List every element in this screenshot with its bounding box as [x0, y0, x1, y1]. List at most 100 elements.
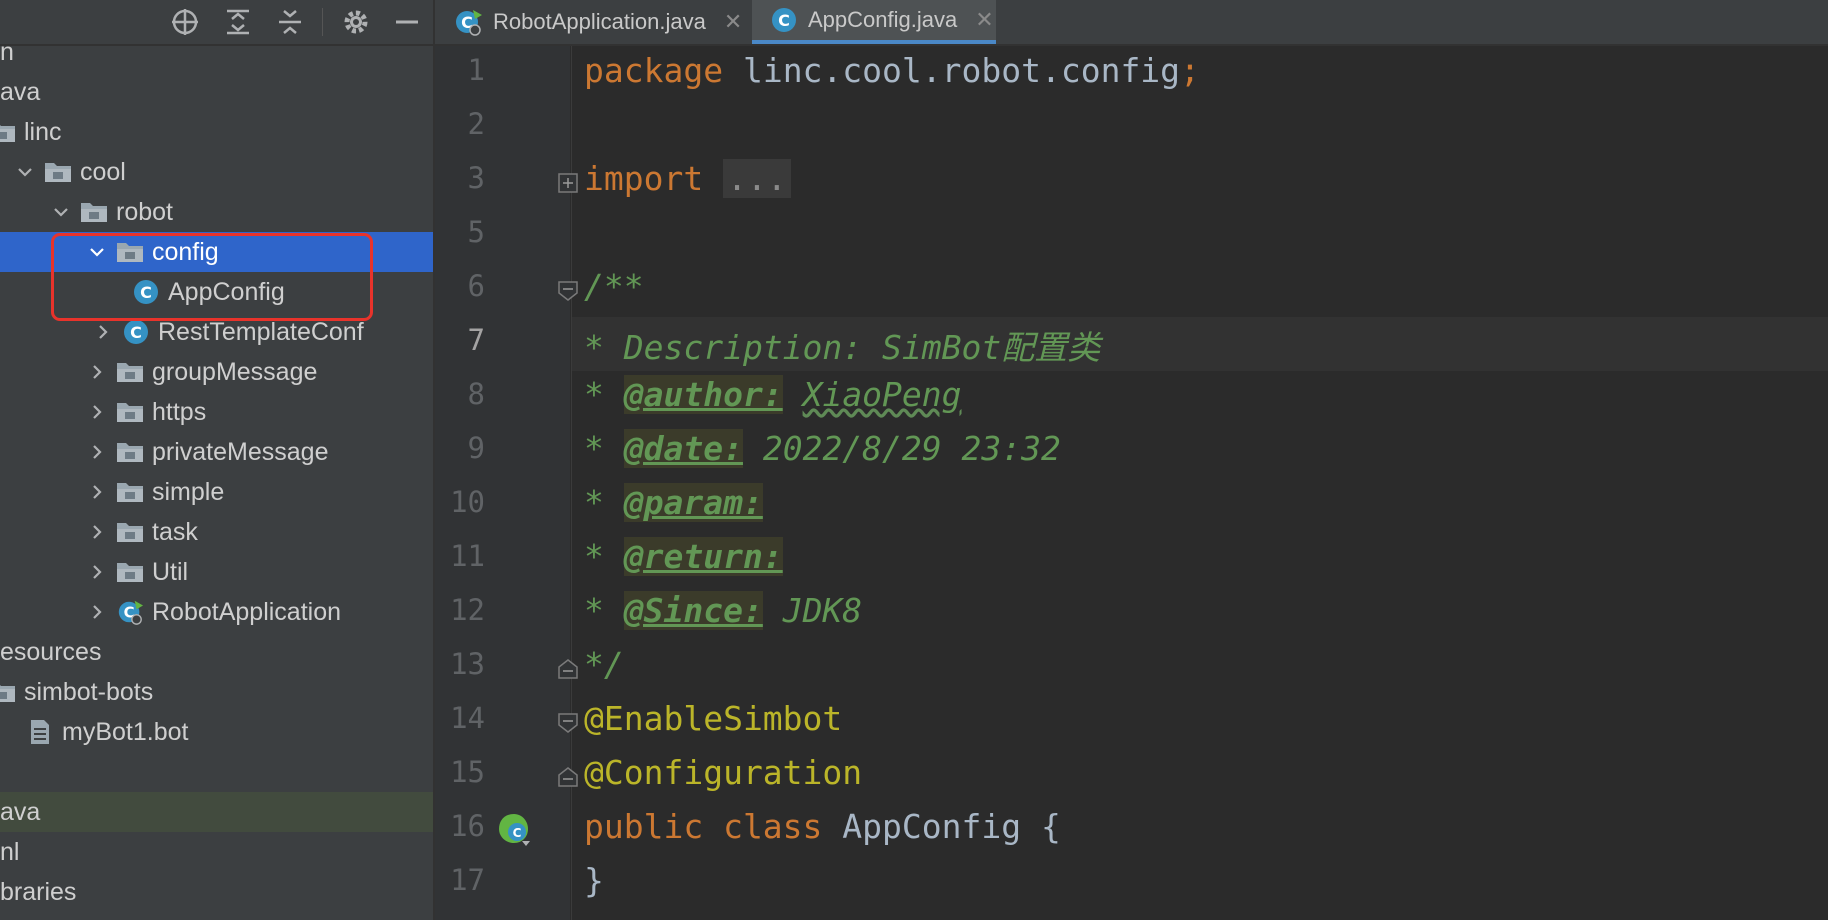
line-number: 5 [467, 215, 485, 249]
annotation-highlight-box [51, 233, 373, 321]
tree-item-groupmessage[interactable]: groupMessage [0, 352, 433, 392]
code-token: ... [723, 159, 791, 198]
code-line[interactable]: public class AppConfig { [584, 807, 1061, 846]
tree-item-esources[interactable]: esources [0, 632, 433, 672]
fold-collapse-icon[interactable] [558, 281, 578, 301]
code-token: linc.cool.robot.config [742, 51, 1181, 90]
fold-expand-icon[interactable] [558, 173, 578, 193]
line-number-gutter[interactable]: 1 2 3 5 6 7 8 9 10 11 12 13 14 15 16 17 [435, 46, 570, 920]
close-icon[interactable]: ✕ [975, 7, 993, 33]
tree-item-label: simple [152, 477, 225, 506]
chevron-right-icon[interactable] [86, 601, 108, 623]
code-token: package [584, 51, 743, 90]
svg-text:C: C [130, 323, 142, 342]
code-line[interactable]: * Description: SimBot配置类 [584, 321, 1100, 369]
tree-item-label: RestTemplateConf [158, 317, 364, 346]
line-number: 15 [450, 755, 485, 789]
tree-item-label: cool [80, 157, 126, 186]
folder-icon [116, 518, 144, 546]
code-line[interactable]: * @Since: JDK8 [584, 591, 862, 630]
tree-item-ava[interactable]: ava [0, 792, 433, 832]
fold-collapse-icon[interactable] [558, 767, 578, 787]
line-number: 12 [450, 593, 485, 627]
code-line[interactable]: @Configuration [584, 753, 862, 792]
code-line[interactable]: * @param: [584, 483, 763, 522]
code-line[interactable]: */ [584, 645, 624, 684]
code-token: ; [1180, 51, 1200, 90]
code-token: @param: [623, 483, 763, 522]
code-token: */ [584, 645, 624, 684]
chevron-right-icon[interactable] [92, 321, 114, 343]
tree-item-cool[interactable]: cool [0, 152, 433, 192]
code-token: * [584, 537, 624, 576]
tree-item-linc[interactable]: linc [0, 112, 433, 152]
code-line[interactable]: import ... [584, 159, 791, 198]
code-token: import [584, 159, 724, 198]
tree-item-util[interactable]: Util [0, 552, 433, 592]
code-line[interactable]: package linc.cool.robot.config; [584, 51, 1200, 90]
code-editor[interactable]: 1 2 3 5 6 7 8 9 10 11 12 13 14 15 16 17 package linc.co… [435, 46, 1828, 920]
line-number: 11 [450, 539, 485, 573]
tree-item-ava[interactable]: ava [0, 72, 433, 112]
code-line[interactable]: @EnableSimbot [584, 699, 842, 738]
tree-item-label: simbot-bots [24, 677, 154, 706]
chevron-down-icon[interactable] [14, 161, 36, 183]
tree-item-n[interactable]: n [0, 32, 433, 72]
chevron-down-icon[interactable] [50, 201, 72, 223]
tree-item-label: Util [152, 557, 189, 586]
tree-item-simple[interactable]: simple [0, 472, 433, 512]
tree-item-robot[interactable]: robot [0, 192, 433, 232]
code-token: * [584, 483, 624, 522]
tree-item-label: robot [116, 197, 173, 226]
chevron-right-icon[interactable] [86, 361, 108, 383]
tree-item-label: myBot1.bot [62, 717, 189, 746]
code-token: @return: [623, 537, 783, 576]
line-number: 10 [450, 485, 485, 519]
code-token: @Since: [623, 591, 763, 630]
tree-item-robotapplication[interactable]: C RobotApplication [0, 592, 433, 632]
code-line[interactable]: * @return: [584, 537, 783, 576]
tree-item-simbot-bots[interactable]: simbot-bots [0, 672, 433, 712]
spring-bean-icon[interactable]: C [496, 811, 532, 847]
code-line[interactable]: /** [584, 267, 644, 306]
tree-item-mybot1-bot[interactable]: myBot1.bot [0, 712, 433, 752]
tab-label: AppConfig.java [808, 7, 958, 32]
code-line[interactable]: * @date: 2022/8/29 23:32 [584, 429, 1061, 468]
chevron-right-icon[interactable] [86, 441, 108, 463]
code-line[interactable]: * @author: XiaoPeng [584, 375, 962, 414]
tree-item-task[interactable]: task [0, 512, 433, 552]
chevron-right-icon[interactable] [86, 561, 108, 583]
project-tool-window: n ava linc cool robot config C AppConfig C RestTe… [0, 0, 433, 920]
tab-robot-application[interactable]: C RobotApplication.java ✕ [435, 0, 750, 44]
tree-item-nl[interactable]: nl [0, 832, 433, 872]
tree-item-label: linc [24, 117, 62, 146]
line-number: 1 [467, 53, 485, 87]
folder-icon [44, 158, 72, 186]
tab-app-config[interactable]: C AppConfig.java ✕ [752, 0, 996, 44]
chevron-right-icon[interactable] [86, 481, 108, 503]
code-line[interactable]: } [584, 861, 604, 900]
class-icon: C [770, 5, 798, 35]
line-number: 17 [450, 863, 485, 897]
tree-item-braries[interactable]: braries [0, 872, 433, 912]
code-token: public class [584, 807, 843, 846]
close-icon[interactable]: ✕ [724, 9, 742, 35]
tree-item-label: braries [0, 877, 77, 906]
code-token: @date: [623, 429, 743, 468]
folder-icon [116, 558, 144, 586]
tree-item-label: task [152, 517, 198, 546]
line-number: 7 [467, 323, 485, 357]
tree-item-label: n [0, 37, 14, 66]
fold-collapse-icon[interactable] [558, 713, 578, 733]
folder-icon [0, 678, 16, 706]
chevron-right-icon[interactable] [86, 401, 108, 423]
code-token: * [584, 429, 624, 468]
chevron-right-icon[interactable] [86, 521, 108, 543]
tree-item-privatemessage[interactable]: privateMessage [0, 432, 433, 472]
tree-item-https[interactable]: https [0, 392, 433, 432]
line-number: 3 [467, 161, 485, 195]
spring-class-icon: C [116, 598, 144, 626]
fold-collapse-icon[interactable] [558, 659, 578, 679]
line-number: 14 [450, 701, 485, 735]
line-number: 6 [467, 269, 485, 303]
